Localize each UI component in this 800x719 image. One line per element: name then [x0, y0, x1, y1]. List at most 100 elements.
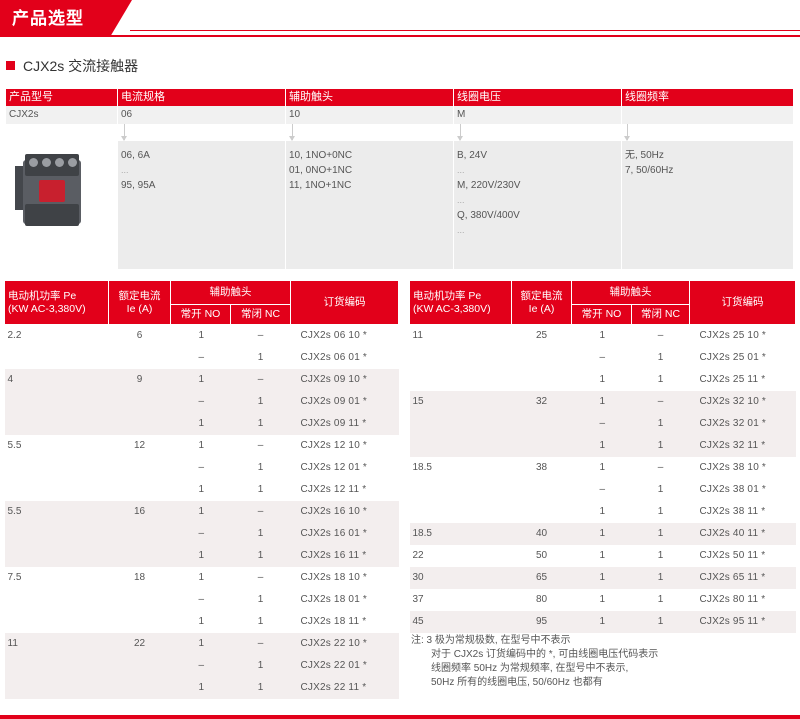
value-voltage: M — [454, 106, 622, 124]
table-row: 15 32 1– CJX2s 32 10 * — [409, 391, 796, 413]
cell-current — [108, 413, 171, 435]
cell-nc: 1 — [657, 506, 664, 517]
cell-current: 25 — [535, 330, 548, 341]
table-row: 30 65 1 1 CJX2s 65 11 * — [409, 567, 796, 589]
cell-no: – — [599, 484, 606, 495]
cell-power — [4, 545, 109, 567]
cell-nc: 1 — [257, 616, 264, 627]
cell-power: 7.5 — [7, 572, 22, 583]
option-text: M, 220V/230V — [457, 180, 521, 191]
model-selection: 产品型号 电流规格 辅助触头 线圈电压 线圈频率 CJX2s 06 10 M 0… — [6, 89, 794, 269]
cell-current — [512, 369, 572, 391]
option-text: 11, 1NO+1NC — [289, 180, 352, 191]
cell-no: 1 — [198, 330, 205, 341]
cell-power — [4, 391, 109, 413]
cell-nc: 1 — [657, 374, 664, 385]
section-header: 产品选型 — [0, 0, 800, 37]
table-row: 1 1 CJX2s 32 11 * — [409, 435, 796, 457]
cell-order-code: CJX2s 09 10 * — [290, 369, 399, 391]
cell-power — [5, 479, 109, 501]
cell-power: 5.5 — [7, 440, 22, 451]
cell-no: 1 — [571, 523, 632, 545]
table-row: – 1 CJX2s 25 01 * — [410, 347, 796, 369]
th-current: 额定电流 Ie (A) — [108, 280, 171, 325]
cell-current — [108, 545, 171, 567]
cell-power — [5, 611, 109, 633]
table-row: – 1 CJX2s 06 01 * — [5, 347, 399, 369]
cell-order-code: CJX2s 32 11 * — [689, 435, 796, 457]
cell-no: 1 — [599, 462, 606, 473]
option-text: Q, 380V/400V — [457, 210, 520, 221]
cell-current: 18 — [133, 572, 146, 583]
cell-nc: 1 — [230, 655, 291, 677]
cell-nc: – — [230, 501, 291, 523]
cell-power — [4, 413, 109, 435]
cell-current: 6 — [136, 330, 143, 341]
cell-nc: 1 — [657, 484, 664, 495]
cell-power — [410, 479, 512, 501]
section-title: 产品选型 — [0, 0, 110, 37]
cell-power — [409, 413, 512, 435]
arrow-down-icon — [457, 124, 463, 141]
cell-current: 40 — [511, 523, 572, 545]
option-text: 06, 6A — [121, 150, 150, 161]
product-subtitle: CJX2s 交流接触器 — [6, 56, 138, 76]
cell-nc: 1 — [631, 611, 690, 633]
cell-order-code: CJX2s 22 11 * — [290, 677, 399, 699]
cell-power: 18.5 — [412, 462, 432, 473]
table-row: 1 1 CJX2s 16 11 * — [4, 545, 399, 567]
table-row: 45 95 1 1 CJX2s 95 11 * — [409, 611, 796, 633]
option-text: 10, 1NO+0NC — [289, 150, 353, 161]
cell-no: 1 — [571, 435, 632, 457]
cell-power: 11 — [412, 330, 423, 341]
option-ellipsis: ... — [457, 225, 465, 235]
cell-power — [4, 523, 109, 545]
cell-no: 1 — [599, 594, 606, 605]
product-image — [6, 141, 118, 269]
cell-nc: – — [257, 440, 264, 451]
th-aux: 辅助触头 — [571, 280, 690, 305]
cell-no: 1 — [198, 616, 205, 627]
option-text: 01, 0NO+1NC — [289, 165, 353, 176]
cell-order-code: CJX2s 32 10 * — [689, 391, 796, 413]
cell-power — [410, 347, 512, 369]
cell-current — [109, 347, 171, 369]
cell-nc: 1 — [657, 550, 664, 561]
cell-power: 18.5 — [409, 523, 512, 545]
table-row: 11 22 1– CJX2s 22 10 * — [4, 633, 399, 655]
cell-order-code: CJX2s 18 10 * — [300, 572, 368, 583]
cell-power — [5, 347, 109, 369]
table-row: – 1 CJX2s 18 01 * — [5, 589, 399, 611]
table-row: 11 25 1 – CJX2s 25 10 * — [410, 325, 796, 348]
cell-nc: 1 — [257, 594, 264, 605]
th-nc: 常闭 NC — [230, 304, 291, 325]
options-aux: 10, 1NO+0NC 01, 0NO+1NC 11, 1NO+1NC — [286, 141, 454, 269]
arrow-down-icon — [624, 124, 630, 141]
cell-current — [109, 479, 171, 501]
cell-current: 9 — [108, 369, 171, 391]
cell-order-code: CJX2s 25 01 * — [699, 352, 767, 363]
header-underline — [0, 35, 800, 37]
table-row: – 1 CJX2s 12 01 * — [5, 457, 399, 479]
cell-current — [109, 457, 171, 479]
cell-current: 12 — [133, 440, 146, 451]
cell-order-code: CJX2s 12 01 * — [300, 462, 368, 473]
cell-current — [108, 677, 171, 699]
table-row: 5.5 16 1– CJX2s 16 10 * — [4, 501, 399, 523]
cell-current: 65 — [511, 567, 572, 589]
th-power: 电动机功率 Pe (KW AC-3,380V) — [4, 280, 109, 325]
options-voltage: B, 24V ... M, 220V/230V ... Q, 380V/400V… — [454, 141, 622, 269]
cell-nc: 1 — [230, 545, 291, 567]
table-row: –1 CJX2s 22 01 * — [4, 655, 399, 677]
table-row: 2.2 6 1 – CJX2s 06 10 * — [5, 325, 399, 348]
th-code: 订货编码 — [290, 280, 399, 325]
arrow-down-icon — [121, 124, 127, 141]
cell-power — [4, 677, 109, 699]
cell-nc: 1 — [230, 413, 291, 435]
options-current: 06, 6A ... 95, 95A — [118, 141, 286, 269]
cell-no: 1 — [170, 501, 231, 523]
cell-nc: – — [257, 330, 264, 341]
cell-order-code: CJX2s 18 01 * — [300, 594, 368, 605]
table-row: 1 1 CJX2s 38 11 * — [410, 501, 796, 523]
title-tab-corner — [110, 0, 132, 37]
